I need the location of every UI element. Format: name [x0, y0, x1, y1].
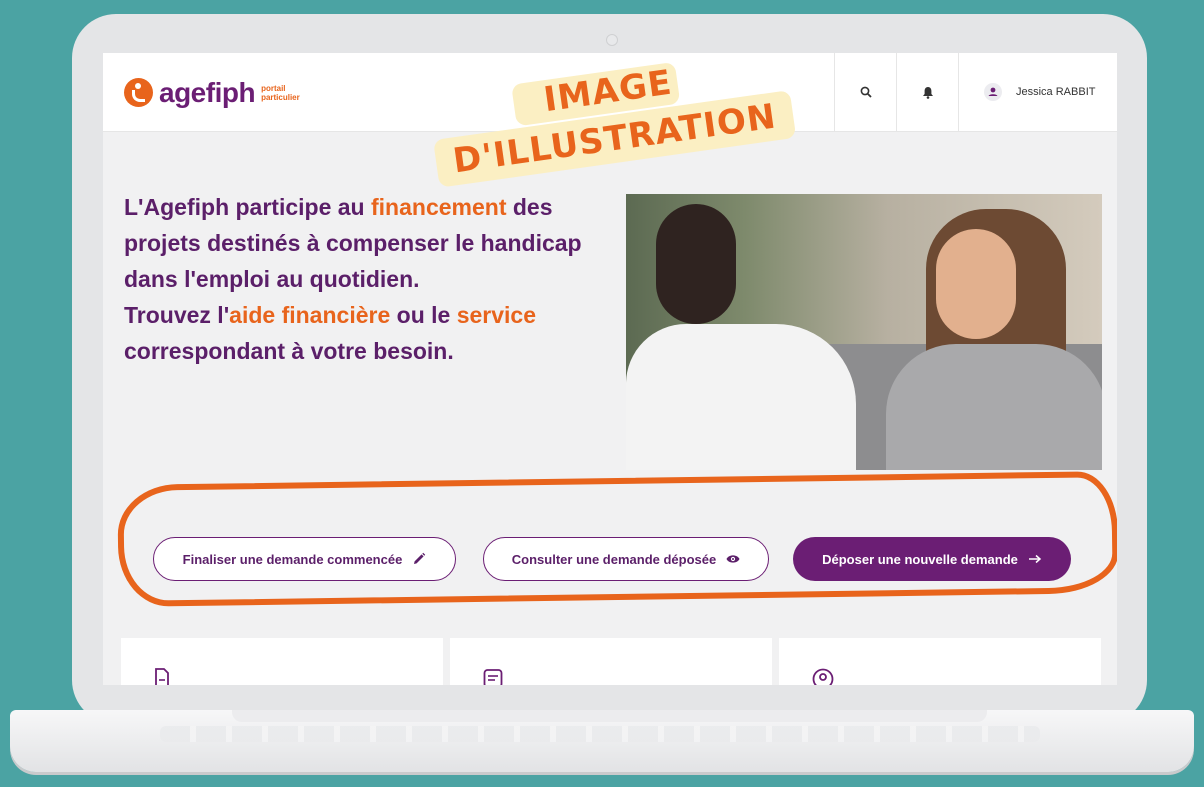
user-menu[interactable]: Jessica RABBIT: [958, 53, 1117, 131]
arrow-right-icon: [1028, 554, 1042, 564]
hero-accent-service: service: [456, 302, 537, 328]
logo-subtitle: portail particulier: [261, 84, 300, 102]
user-icon: [984, 83, 1002, 101]
hero-part5: correspondant à votre besoin.: [124, 338, 454, 364]
hero-part4: ou le: [390, 302, 457, 328]
consult-request-label: Consulter une demande déposée: [511, 551, 717, 567]
hero-part3: Trouvez l': [124, 302, 230, 328]
agefiph-logo-icon: [124, 78, 153, 107]
search-icon: [860, 86, 872, 98]
finalize-request-label: Finaliser une demande commencée: [182, 551, 403, 567]
search-button[interactable]: [834, 53, 897, 131]
screen: agefiph portail particulier Jessica RABB…: [103, 53, 1117, 685]
pencil-icon: [414, 552, 426, 564]
new-request-button[interactable]: Déposer une nouvelle demande: [793, 537, 1071, 581]
photo-woman-face: [936, 229, 1016, 339]
laptop-camera: [606, 34, 618, 46]
list-icon: [483, 669, 503, 685]
logo-text: agefiph: [159, 76, 256, 108]
new-request-label: Déposer une nouvelle demande: [822, 551, 1018, 567]
hero-text: L'Agefiph participe au financement des p…: [124, 189, 604, 369]
photo-man-shirt: [626, 324, 856, 470]
hero-photo: [626, 194, 1102, 470]
location-icon: [812, 668, 834, 685]
user-name: Jessica RABBIT: [1016, 86, 1096, 98]
feature-card-1[interactable]: [121, 638, 443, 685]
site-header: agefiph portail particulier Jessica RABB…: [103, 53, 1117, 132]
hero-accent-financement: financement: [371, 194, 507, 220]
feature-card-2[interactable]: [450, 638, 772, 685]
finalize-request-button[interactable]: Finaliser une demande commencée: [153, 537, 456, 581]
eye-icon: [726, 555, 740, 563]
feature-card-3[interactable]: [779, 638, 1101, 685]
bell-icon: [923, 86, 933, 99]
agefiph-logo[interactable]: agefiph portail particulier: [124, 78, 300, 107]
logo-subtitle-line2: particulier: [261, 92, 300, 102]
consult-request-button[interactable]: Consulter une demande déposée: [483, 537, 769, 581]
notifications-button[interactable]: [896, 53, 959, 131]
hero-accent-aide: aide financière: [229, 302, 391, 328]
hero-part1: L'Agefiph participe au: [124, 194, 371, 220]
document-icon: [155, 668, 169, 685]
logo-subtitle-line1: portail: [261, 83, 286, 93]
keyboard-hint: [160, 726, 1040, 742]
photo-woman-body: [886, 344, 1102, 470]
photo-man-head: [656, 204, 736, 324]
laptop-notch: [232, 710, 987, 722]
